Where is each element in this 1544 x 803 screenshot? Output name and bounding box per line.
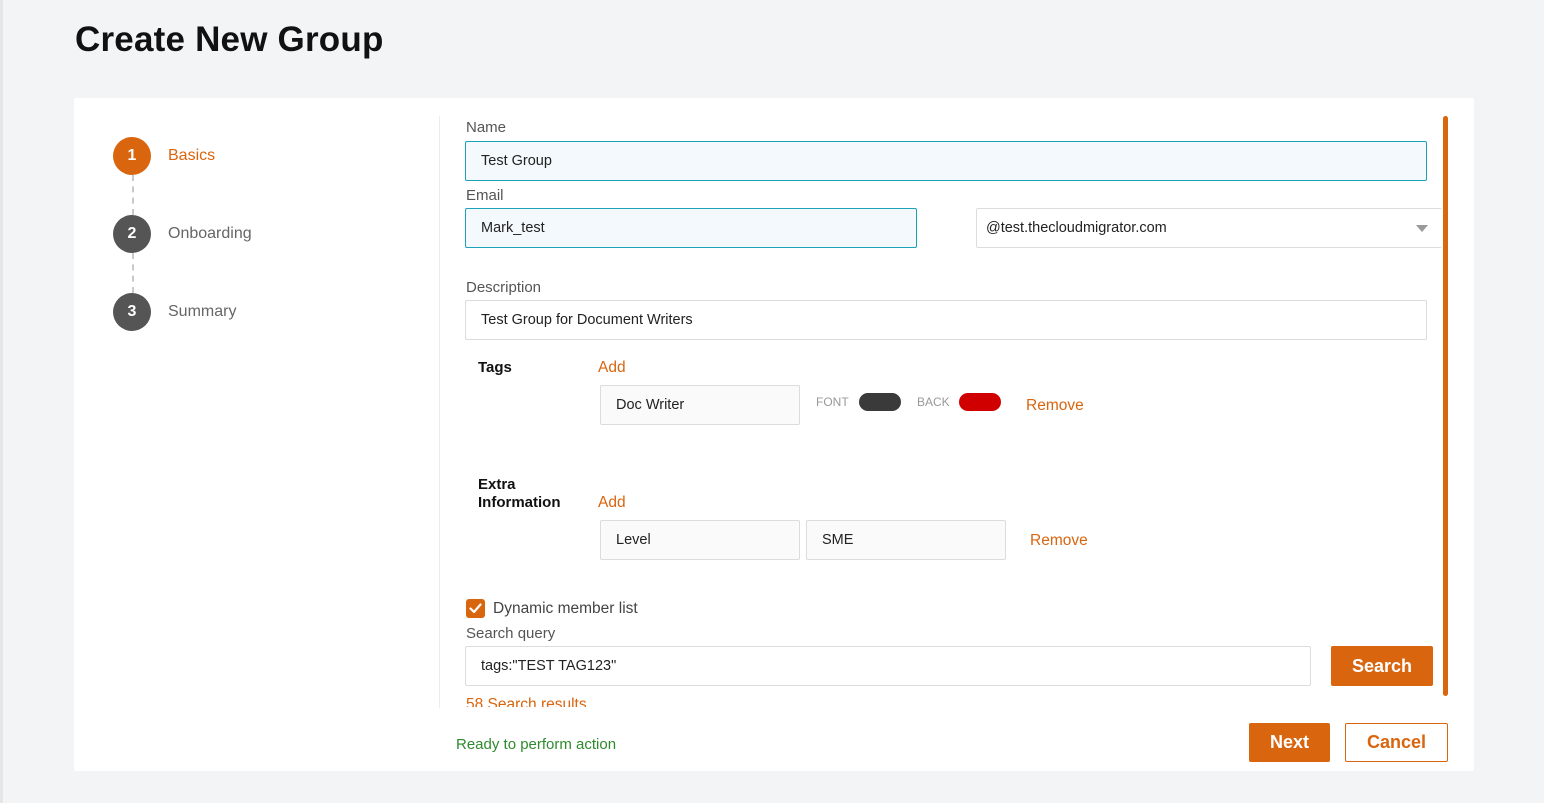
name-label: Name <box>466 119 507 136</box>
cancel-button[interactable]: Cancel <box>1345 723 1448 762</box>
tag-name-input[interactable]: Doc Writer <box>600 385 800 425</box>
name-input[interactable]: Test Group <box>465 141 1427 181</box>
font-color-swatch[interactable] <box>859 393 901 411</box>
status-message: Ready to perform action <box>456 736 617 753</box>
email-input[interactable]: Mark_test <box>465 208 917 248</box>
email-domain-value: @test.thecloudmigrator.com <box>986 220 1167 236</box>
extra-info-value-input[interactable]: SME <box>806 520 1006 560</box>
page-title: Create New Group <box>75 20 384 59</box>
tag-name-value: Doc Writer <box>616 397 685 413</box>
back-color-label: BACK <box>917 395 950 409</box>
search-query-label: Search query <box>466 625 556 642</box>
remove-tag-link[interactable]: Remove <box>1026 397 1084 415</box>
scrollbar[interactable] <box>1443 116 1448 696</box>
email-domain-select[interactable]: @test.thecloudmigrator.com <box>976 208 1442 248</box>
wizard-card: 1 Basics 2 Onboarding 3 Summary Name Tes… <box>74 98 1474 771</box>
extra-info-value-value: SME <box>822 532 854 548</box>
description-label: Description <box>466 279 542 296</box>
search-results-link[interactable]: 58 Search results <box>466 695 587 707</box>
font-color-label: FONT <box>816 395 849 409</box>
step-label: Basics <box>168 147 216 164</box>
search-button[interactable]: Search <box>1331 646 1433 686</box>
step-basics[interactable]: 1 Basics <box>113 137 215 175</box>
chevron-down-icon <box>1416 225 1428 232</box>
tags-label: Tags <box>478 359 512 376</box>
extra-info-label-line1: Extra <box>478 476 516 493</box>
description-value: Test Group for Document Writers <box>481 312 693 328</box>
step-label: Onboarding <box>168 225 252 242</box>
name-value: Test Group <box>481 153 552 169</box>
step-number: 3 <box>113 293 151 331</box>
extra-info-key-input[interactable]: Level <box>600 520 800 560</box>
email-label: Email <box>466 187 504 204</box>
search-query-input[interactable]: tags:"TEST TAG123" <box>465 646 1311 686</box>
back-color-swatch[interactable] <box>959 393 1001 411</box>
step-connector <box>132 175 134 215</box>
panel-divider <box>439 116 440 708</box>
extra-info-label-line2: Information <box>478 494 561 511</box>
step-number: 1 <box>113 137 151 175</box>
window-edge <box>0 0 3 803</box>
step-label: Summary <box>168 303 237 320</box>
step-number: 2 <box>113 215 151 253</box>
dynamic-member-checkbox[interactable] <box>466 599 485 618</box>
extra-info-label: Extra Information <box>478 476 561 512</box>
step-onboarding[interactable]: 2 Onboarding <box>113 215 252 253</box>
next-button[interactable]: Next <box>1249 723 1330 762</box>
add-tag-link[interactable]: Add <box>598 359 626 377</box>
add-extra-info-link[interactable]: Add <box>598 494 626 512</box>
dynamic-member-label: Dynamic member list <box>493 600 638 617</box>
checkmark-icon <box>469 603 482 614</box>
search-query-value: tags:"TEST TAG123" <box>481 658 617 674</box>
remove-extra-info-link[interactable]: Remove <box>1030 532 1088 550</box>
extra-info-key-value: Level <box>616 532 651 548</box>
step-connector <box>132 253 134 293</box>
step-summary[interactable]: 3 Summary <box>113 293 236 331</box>
email-value: Mark_test <box>481 220 545 236</box>
description-input[interactable]: Test Group for Document Writers <box>465 300 1427 340</box>
